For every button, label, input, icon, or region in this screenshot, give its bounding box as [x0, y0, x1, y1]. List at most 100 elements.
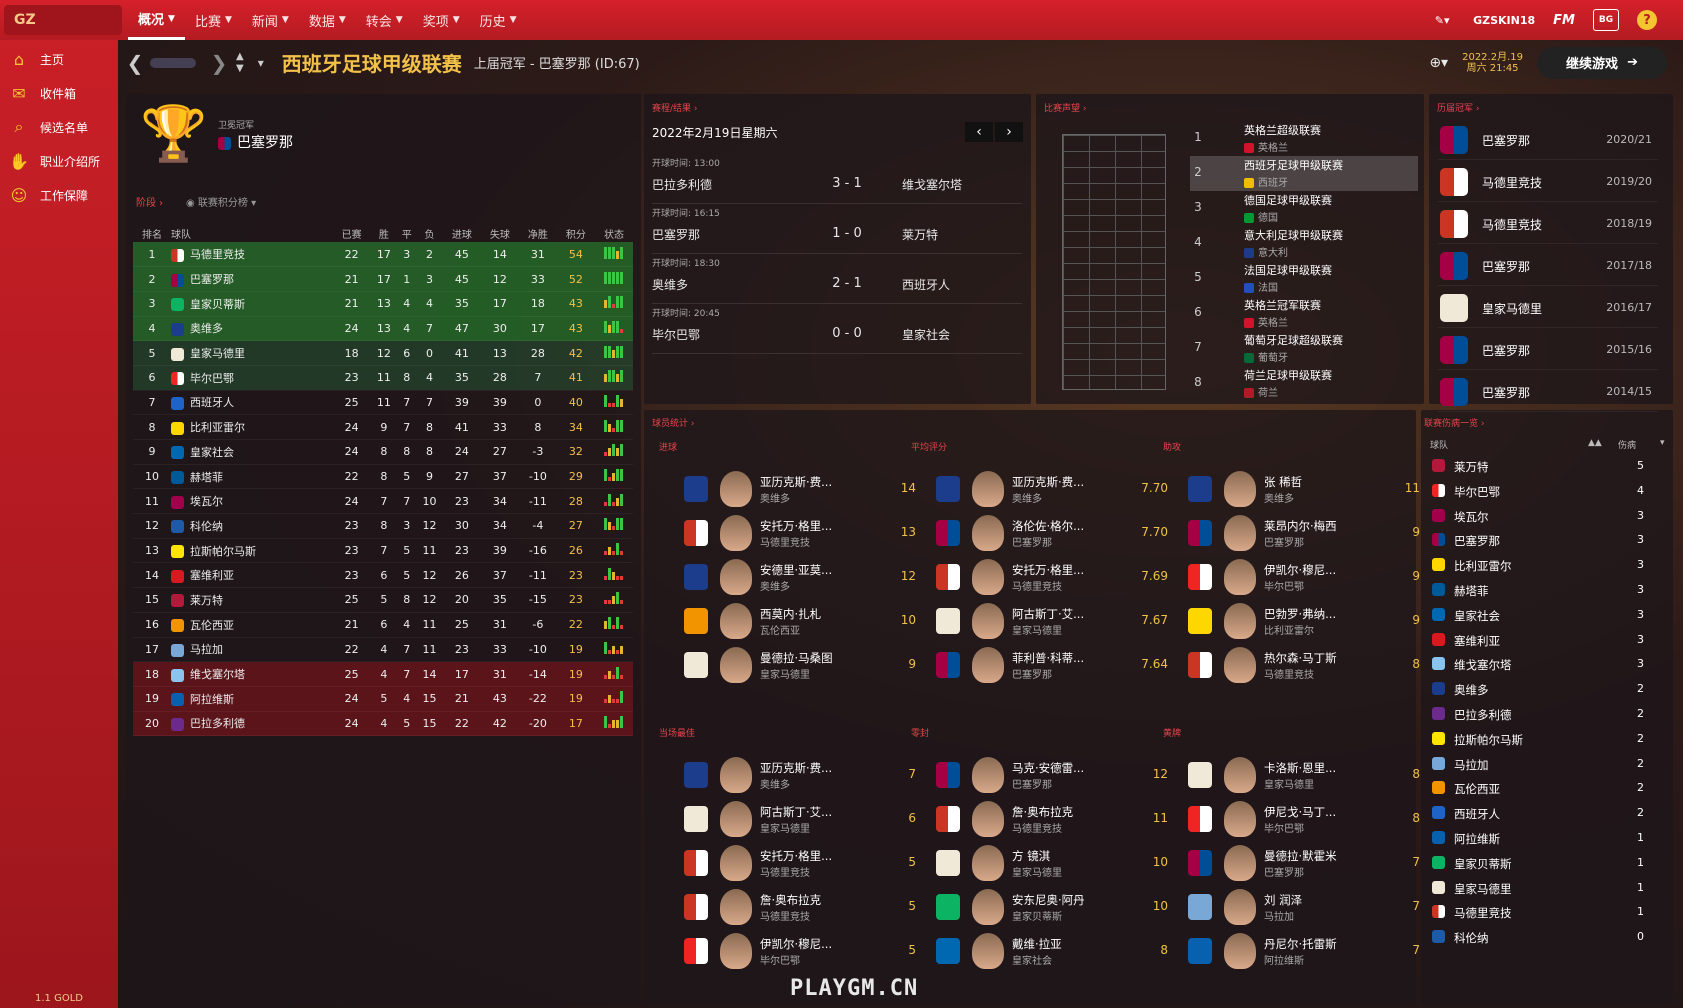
- player-row[interactable]: 伊尼戈·马丁... 毕尔巴鄂 8: [1188, 798, 1420, 840]
- injury-row[interactable]: 奥维多 2: [1430, 677, 1662, 701]
- reputation-row[interactable]: 5 法国足球甲级联赛 法国: [1190, 261, 1418, 296]
- history-row[interactable]: 马德里竞技 2018/19: [1438, 202, 1658, 244]
- reputation-row[interactable]: 3 德国足球甲级联赛 德国: [1190, 191, 1418, 226]
- history-row[interactable]: 巴塞罗那 2017/18: [1438, 244, 1658, 286]
- table-row[interactable]: 20 巴拉多利德 24 4 5 15 22 42 -20 17: [133, 711, 633, 737]
- history-row[interactable]: 巴塞罗那 2014/15: [1438, 370, 1658, 412]
- team-name[interactable]: 皇家贝蒂斯: [171, 291, 333, 317]
- injury-row[interactable]: 皇家马德里 1: [1430, 876, 1662, 900]
- injury-row[interactable]: 毕尔巴鄂 4: [1430, 479, 1662, 503]
- next-day-button[interactable]: ›: [995, 122, 1023, 142]
- injury-row[interactable]: 阿拉维斯 1: [1430, 826, 1662, 850]
- table-row[interactable]: 18 维戈塞尔塔 25 4 7 14 17 31 -14 19: [133, 661, 633, 687]
- table-row[interactable]: 16 瓦伦西亚 21 6 4 11 25 31 -6 22: [133, 612, 633, 638]
- player-row[interactable]: 安德里·亚莫... 奥维多 12: [684, 556, 916, 598]
- table-row[interactable]: 11 埃瓦尔 24 7 7 10 23 34 -11 28: [133, 488, 633, 515]
- player-row[interactable]: 曼德拉·马桑图 皇家马德里 9: [684, 644, 916, 686]
- reputation-row[interactable]: 1 英格兰超级联赛 英格兰: [1190, 121, 1418, 156]
- player-row[interactable]: 伊凯尔·穆尼... 毕尔巴鄂 5: [684, 930, 916, 972]
- team-name[interactable]: 维戈塞尔塔: [171, 661, 333, 687]
- sidebar-item-shortlist[interactable]: ⌕ 候选名单: [0, 110, 118, 144]
- team-name[interactable]: 皇家马德里: [171, 340, 333, 366]
- fixture-row[interactable]: 开球时间: 20:45 毕尔巴鄂 0 - 0 皇家社会: [652, 306, 1022, 354]
- player-row[interactable]: 亚历克斯·费... 奥维多 14: [684, 468, 916, 510]
- injury-row[interactable]: 马德里竞技 1: [1430, 900, 1662, 924]
- team-name[interactable]: 拉斯帕尔马斯: [171, 538, 333, 564]
- prev-day-button[interactable]: ‹: [965, 122, 993, 142]
- nav-history[interactable]: 历史 ▼: [470, 0, 527, 40]
- table-row[interactable]: 3 皇家贝蒂斯 21 13 4 4 35 17 18 43: [133, 291, 633, 317]
- table-row[interactable]: 14 塞维利亚 23 6 5 12 26 37 -11 23: [133, 562, 633, 589]
- chevron-down-icon[interactable]: ▾: [252, 56, 270, 70]
- team-name[interactable]: 毕尔巴鄂: [171, 365, 333, 391]
- player-row[interactable]: 阿古斯丁·艾... 皇家马德里 7.67: [936, 600, 1168, 642]
- team-name[interactable]: 皇家社会: [171, 439, 333, 465]
- team-name[interactable]: 赫塔菲: [171, 464, 333, 490]
- player-row[interactable]: 詹·奥布拉克 马德里竞技 5: [684, 886, 916, 928]
- reputation-row[interactable]: 4 意大利足球甲级联赛 意大利: [1190, 226, 1418, 261]
- player-row[interactable]: 亚历克斯·费... 奥维多 7: [684, 754, 916, 796]
- player-stats-title[interactable]: 球员统计 ›: [652, 416, 694, 429]
- table-row[interactable]: 9 皇家社会 24 8 8 8 24 27 -3 32: [133, 439, 633, 465]
- injury-row[interactable]: 拉斯帕尔马斯 2: [1430, 727, 1662, 751]
- player-row[interactable]: 卡洛斯·恩里... 皇家马德里 8: [1188, 754, 1420, 796]
- nav-awards[interactable]: 奖项 ▼: [413, 0, 470, 40]
- reputation-row[interactable]: 7 葡萄牙足球超级联赛 葡萄牙: [1190, 331, 1418, 366]
- player-row[interactable]: 丹尼尔·托雷斯 阿拉维斯 7: [1188, 930, 1420, 972]
- bg-icon[interactable]: BG: [1593, 9, 1619, 31]
- team-name[interactable]: 科伦纳: [171, 513, 333, 539]
- player-row[interactable]: 莱昂内尔·梅西 巴塞罗那 9: [1188, 512, 1420, 554]
- reputation-row[interactable]: 2 西班牙足球甲级联赛 西班牙: [1190, 156, 1418, 191]
- table-row[interactable]: 10 赫塔菲 22 8 5 9 27 37 -10 29: [133, 464, 633, 490]
- player-row[interactable]: 菲利普·科蒂... 巴塞罗那 7.64: [936, 644, 1168, 686]
- injury-row[interactable]: 科伦纳 0: [1430, 925, 1662, 949]
- injury-row[interactable]: 塞维利亚 3: [1430, 628, 1662, 652]
- injury-row[interactable]: 皇家社会 3: [1430, 603, 1662, 627]
- table-row[interactable]: 4 奥维多 24 13 4 7 47 30 17 43: [133, 316, 633, 342]
- table-row[interactable]: 17 马拉加 22 4 7 11 23 33 -10 19: [133, 637, 633, 663]
- sidebar-item-home[interactable]: ⌂ 主页: [0, 42, 118, 76]
- breadcrumb[interactable]: [150, 57, 196, 68]
- champion-team[interactable]: 巴塞罗那: [218, 132, 293, 152]
- injuries-title[interactable]: 联赛伤病一览 ›: [1424, 416, 1484, 429]
- table-row[interactable]: 12 科伦纳 23 8 3 12 30 34 -4 27: [133, 513, 633, 539]
- table-row[interactable]: 5 皇家马德里 18 12 6 0 41 13 28 42: [133, 340, 633, 366]
- table-row[interactable]: 15 莱万特 25 5 8 12 20 35 -15 23: [133, 587, 633, 613]
- continue-button[interactable]: 继续游戏 ➔: [1537, 46, 1667, 79]
- team-name[interactable]: 比利亚雷尔: [171, 414, 333, 440]
- team-name[interactable]: 阿拉维斯: [171, 686, 333, 712]
- history-row[interactable]: 巴塞罗那 2020/21: [1438, 118, 1658, 160]
- player-row[interactable]: 巴勃罗·弗纳... 比利亚雷尔 9: [1188, 600, 1420, 642]
- nav-data[interactable]: 数据 ▼: [299, 0, 356, 40]
- updown-icon[interactable]: ▲ ▼: [236, 51, 244, 75]
- fixture-row[interactable]: 开球时间: 16:15 巴塞罗那 1 - 0 莱万特: [652, 206, 1022, 254]
- player-row[interactable]: 亚历克斯·费... 奥维多 7.70: [936, 468, 1168, 510]
- player-row[interactable]: 方 镜淇 皇家马德里 10: [936, 842, 1168, 884]
- player-row[interactable]: 安托万·格里... 马德里竞技 5: [684, 842, 916, 884]
- injury-row[interactable]: 比利亚雷尔 3: [1430, 553, 1662, 577]
- table-row[interactable]: 13 拉斯帕尔马斯 23 7 5 11 23 39 -16 26: [133, 538, 633, 564]
- history-row[interactable]: 巴塞罗那 2015/16: [1438, 328, 1658, 370]
- injury-row[interactable]: 维戈塞尔塔 3: [1430, 652, 1662, 676]
- injury-row[interactable]: 莱万特 5: [1430, 454, 1662, 478]
- fixture-row[interactable]: 开球时间: 13:00 巴拉多利德 3 - 1 维戈塞尔塔: [652, 156, 1022, 204]
- player-row[interactable]: 洛伦佐·格尔... 巴塞罗那 7.70: [936, 512, 1168, 554]
- team-name[interactable]: 西班牙人: [171, 390, 333, 416]
- chevron-down-icon[interactable]: ▾: [1660, 438, 1665, 448]
- player-row[interactable]: 张 稀哲 奥维多 11: [1188, 468, 1420, 510]
- table-row[interactable]: 1 马德里竞技 22 17 3 2 45 14 31 54: [133, 242, 633, 268]
- player-row[interactable]: 热尔森·马丁斯 马德里竞技 8: [1188, 644, 1420, 686]
- injury-row[interactable]: 赫塔菲 3: [1430, 578, 1662, 602]
- table-row[interactable]: 7 西班牙人 25 11 7 7 39 39 0 40: [133, 390, 633, 416]
- sidebar-item-inbox[interactable]: ✉ 收件箱: [0, 76, 118, 110]
- nav-overview[interactable]: 概况 ▼: [128, 0, 185, 40]
- player-row[interactable]: 安东尼奥·阿丹 皇家贝蒂斯 10: [936, 886, 1168, 928]
- fixture-row[interactable]: 开球时间: 18:30 奥维多 2 - 1 西班牙人: [652, 256, 1022, 304]
- reputation-title[interactable]: 比赛声望 ›: [1044, 101, 1086, 114]
- team-name[interactable]: 奥维多: [171, 316, 333, 342]
- sidebar-item-security[interactable]: ☺ 工作保障: [0, 178, 118, 212]
- player-row[interactable]: 安托万·格里... 马德里竞技 13: [684, 512, 916, 554]
- player-row[interactable]: 曼德拉·默霍米 巴塞罗那 7: [1188, 842, 1420, 884]
- player-row[interactable]: 安托万·格里... 马德里竞技 7.69: [936, 556, 1168, 598]
- reputation-row[interactable]: 6 英格兰冠军联赛 英格兰: [1190, 296, 1418, 331]
